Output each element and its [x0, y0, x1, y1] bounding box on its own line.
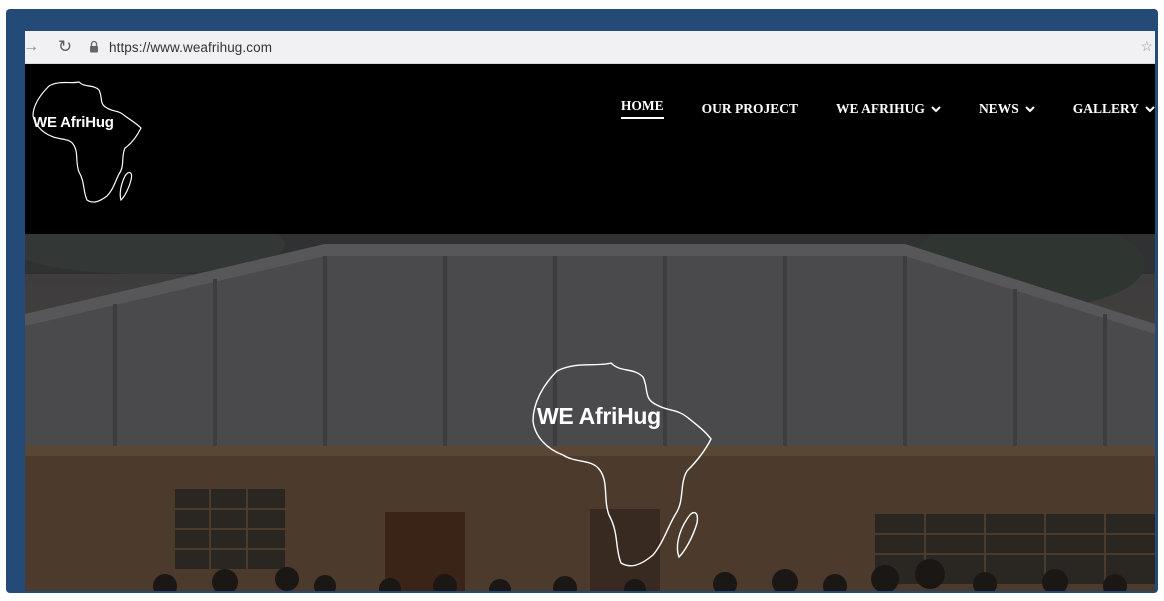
nav-news-label: NEWS: [978, 100, 1019, 116]
main-nav: HOME OUR PROJECT WE AFRIHUG NEWS GALLERY: [620, 98, 1155, 119]
star-icon[interactable]: ☆: [1140, 38, 1153, 55]
nav-we-afrihug-label: WE AFRIHUG: [836, 100, 925, 116]
chevron-down-icon: [931, 101, 941, 117]
nav-home[interactable]: HOME: [620, 98, 664, 119]
nav-our-project-label: OUR PROJECT: [701, 100, 799, 116]
chevron-down-icon: [1024, 101, 1035, 117]
url-field[interactable]: https://www.weafrihug.com: [109, 40, 272, 55]
nav-gallery-label: GALLERY: [1072, 100, 1139, 116]
nav-gallery[interactable]: GALLERY: [1073, 101, 1155, 117]
hero-logo-text: WE AfriHug: [537, 403, 661, 429]
nav-we-afrihug[interactable]: WE AFRIHUG: [836, 101, 941, 117]
chevron-down-icon: [1145, 101, 1155, 117]
nav-news[interactable]: NEWS: [979, 101, 1035, 117]
africa-outline-icon: [32, 81, 142, 203]
hero-banner: WE AfriHug: [25, 234, 1155, 591]
arrow-right-icon[interactable]: →: [25, 38, 41, 56]
site-logo[interactable]: WE AfriHug: [29, 74, 149, 214]
reload-icon[interactable]: ↻: [55, 37, 75, 57]
nav-our-project[interactable]: OUR PROJECT: [702, 101, 798, 117]
africa-outline-icon: [532, 362, 712, 567]
browser-viewport: → ↻ https://www.weafrihug.com ☆ WE AfriH…: [25, 31, 1155, 591]
hero-logo: WE AfriHug: [527, 351, 727, 581]
nav-home-label: HOME: [620, 98, 664, 119]
address-bar: → ↻ https://www.weafrihug.com ☆: [25, 31, 1155, 64]
lock-icon: [89, 40, 101, 54]
site-header: WE AfriHug HOME OUR PROJECT WE AFRIHUG N…: [25, 64, 1155, 234]
logo-text: WE AfriHug: [33, 114, 114, 131]
